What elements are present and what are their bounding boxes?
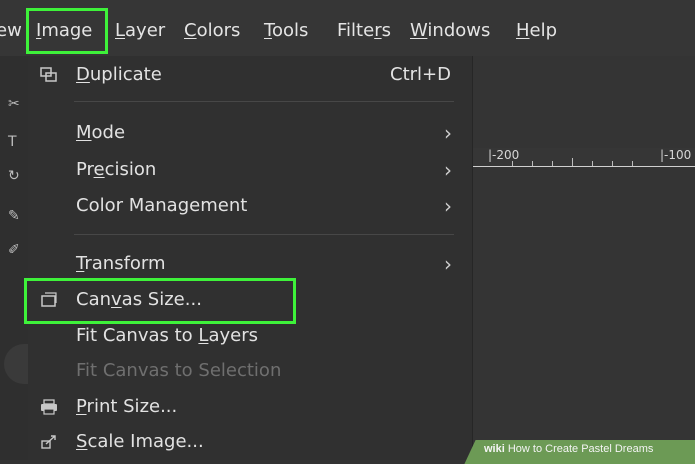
ruler-tick	[632, 161, 633, 166]
menu-tools[interactable]: Tools	[264, 20, 308, 41]
ruler-tick	[572, 158, 573, 166]
menu-filters[interactable]: Filters	[337, 20, 391, 41]
menu-separator	[74, 101, 454, 102]
menu-item-print-size[interactable]: Print Size...	[28, 390, 472, 424]
brush-icon[interactable]: ✎	[8, 208, 24, 224]
menu-item-precision[interactable]: Precision ›	[28, 153, 472, 187]
chevron-right-icon: ›	[444, 121, 452, 145]
scissors-icon[interactable]: ✂	[8, 96, 24, 112]
menu-item-label: Fit Canvas to Selection	[76, 360, 282, 381]
menu-item-label: Precision	[76, 159, 157, 180]
duplicate-icon	[40, 67, 58, 83]
ruler-tick	[532, 161, 533, 166]
ruler-tick	[612, 161, 613, 166]
ruler-tick	[592, 161, 593, 166]
shortcut-label: Ctrl+D	[390, 64, 451, 85]
menu-item-label: Duplicate	[76, 64, 162, 85]
menu-item-scale-image[interactable]: Scale Image...	[28, 425, 472, 459]
canvas-area[interactable]	[472, 56, 695, 460]
menu-help[interactable]: Help	[516, 20, 557, 41]
menu-colors[interactable]: Colors	[184, 20, 240, 41]
menu-separator	[74, 234, 454, 235]
text-tool-icon[interactable]: T	[8, 134, 24, 150]
menu-item-color-management[interactable]: Color Management ›	[28, 189, 472, 223]
menu-item-fit-canvas-to-selection: Fit Canvas to Selection	[28, 354, 472, 388]
menubar: ew Image Layer Colors Tools Filters Wind…	[0, 0, 695, 56]
ruler-label: |-200	[488, 148, 520, 162]
chevron-right-icon: ›	[444, 158, 452, 182]
menu-item-label: Transform	[76, 253, 166, 274]
panel-handle[interactable]	[4, 344, 30, 384]
menu-item-label: Scale Image...	[76, 431, 204, 452]
menu-layer[interactable]: Layer	[115, 20, 165, 41]
menu-item-transform[interactable]: Transform ›	[28, 247, 472, 281]
menu-item-fit-canvas-to-layers[interactable]: Fit Canvas to Layers	[28, 319, 472, 353]
watermark-text: wiki How to Create Pastel Dreams	[484, 443, 654, 455]
menu-item-label: Fit Canvas to Layers	[76, 325, 258, 346]
menu-item-label: Mode	[76, 122, 126, 143]
image-dropdown-menu: Duplicate Ctrl+D Mode › Precision › Colo…	[24, 56, 473, 460]
menu-item-mode[interactable]: Mode ›	[28, 116, 472, 150]
ruler-label: |-100	[660, 148, 692, 162]
toolbox: ✂ T ↻ ✎ ✐	[0, 56, 30, 460]
horizontal-ruler: |-200 |-100	[472, 148, 695, 167]
image-menu-highlight	[26, 8, 108, 54]
menu-item-label: Color Management	[76, 195, 248, 216]
printer-icon	[40, 399, 58, 415]
menu-windows[interactable]: Windows	[410, 20, 490, 41]
menu-view[interactable]: ew	[0, 20, 22, 41]
scale-image-icon	[40, 434, 58, 450]
ruler-tick	[552, 161, 553, 166]
menu-item-duplicate[interactable]: Duplicate Ctrl+D	[28, 58, 472, 92]
canvas-size-highlight	[24, 278, 296, 324]
chevron-right-icon: ›	[444, 194, 452, 218]
menu-item-label: Print Size...	[76, 396, 178, 417]
lasso-icon[interactable]: ↻	[8, 168, 24, 184]
chevron-right-icon: ›	[444, 252, 452, 276]
paint-icon[interactable]: ✐	[8, 242, 24, 258]
ruler-tick	[512, 161, 513, 166]
